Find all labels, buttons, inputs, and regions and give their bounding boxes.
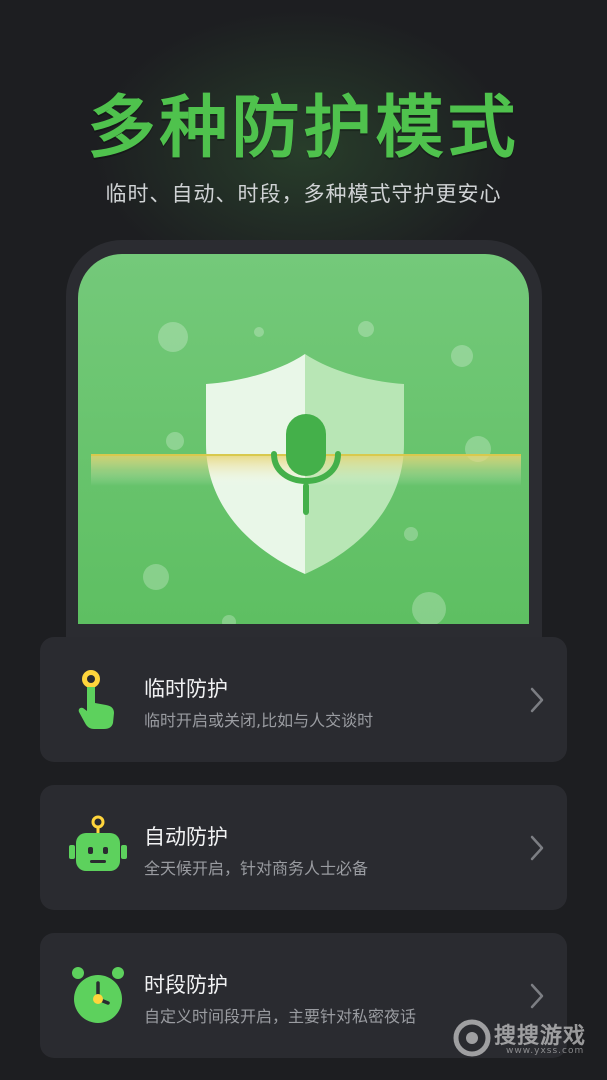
mode-title: 时段防护 xyxy=(144,973,228,997)
watermark: 搜搜游戏 www.yxss.com xyxy=(450,1014,600,1064)
robot-icon xyxy=(66,815,130,879)
mode-description: 临时开启或关闭,比如与人交谈时 xyxy=(144,711,374,730)
page-title: 多种防护模式 xyxy=(87,89,520,168)
alarm-clock-icon xyxy=(66,963,130,1027)
chevron-right-icon xyxy=(530,983,544,1009)
mode-card-temporary[interactable]: 临时防护 临时开启或关闭,比如与人交谈时 xyxy=(40,637,567,762)
phone-screen xyxy=(78,254,529,624)
mode-description: 自定义时间段开启，主要针对私密夜话 xyxy=(144,1007,417,1026)
chevron-right-icon xyxy=(530,687,544,713)
mode-title: 自动防护 xyxy=(144,825,228,849)
watermark-url: www.yxss.com xyxy=(506,1046,585,1056)
tap-hand-icon xyxy=(66,667,130,731)
mode-card-auto[interactable]: 自动防护 全天候开启，针对商务人士必备 xyxy=(40,785,567,910)
mode-description: 全天候开启，针对商务人士必备 xyxy=(144,859,369,878)
shield-microphone-icon xyxy=(91,321,521,624)
watermark-logo-icon xyxy=(453,1019,491,1057)
page-subtitle: 临时、自动、时段，多种模式守护更安心 xyxy=(105,182,502,206)
chevron-right-icon xyxy=(530,835,544,861)
mode-title: 临时防护 xyxy=(144,677,228,701)
